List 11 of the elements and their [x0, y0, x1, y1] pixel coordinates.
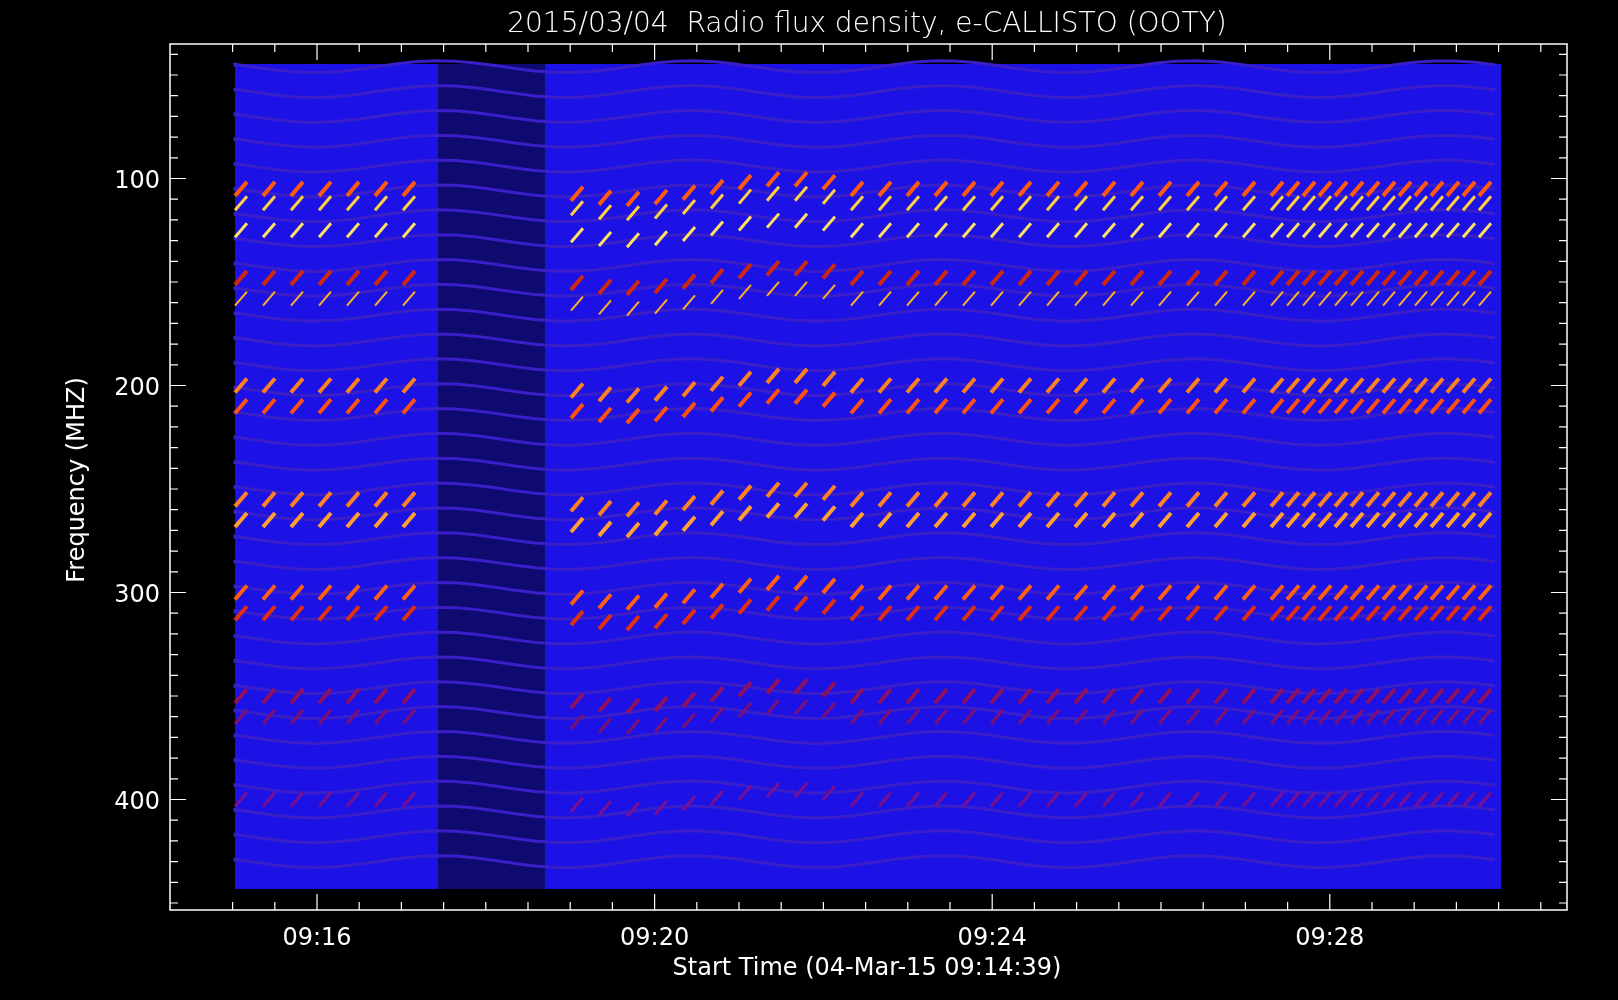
chart-title: 2015/03/04 Radio flux density, e-CALLISTO (OOTY) — [507, 6, 1227, 39]
y-tick-label: 200 — [114, 372, 160, 401]
x-tick-label: 09:20 — [620, 923, 690, 951]
y-tick-label: 400 — [114, 786, 160, 815]
y-axis-label: Frequency (MHZ) — [62, 377, 90, 583]
x-axis-label: Start Time (04-Mar-15 09:14:39) — [672, 953, 1062, 981]
y-tick-label: 300 — [114, 579, 160, 608]
y-tick-label: 100 — [114, 165, 160, 194]
x-tick-label: 09:24 — [957, 923, 1027, 951]
x-tick-label: 09:16 — [282, 923, 352, 951]
x-tick-label: 09:28 — [1295, 923, 1365, 951]
